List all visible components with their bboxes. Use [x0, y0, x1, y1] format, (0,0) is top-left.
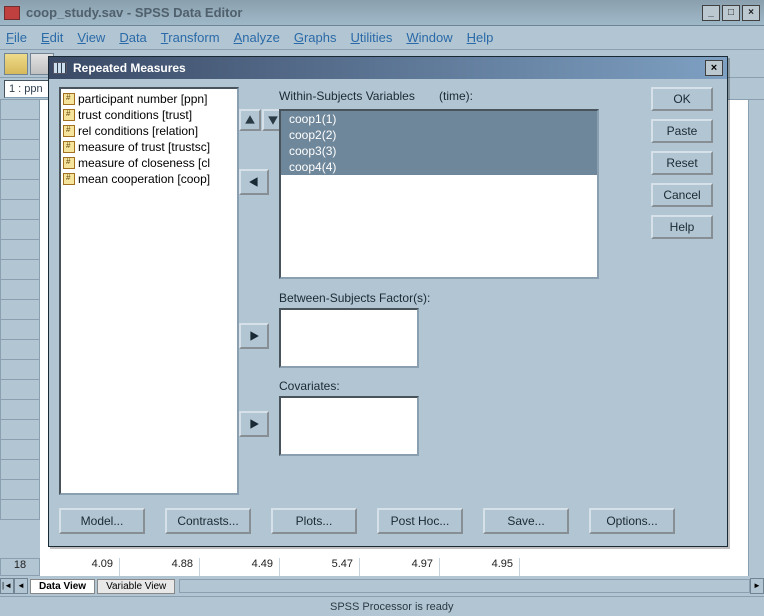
- move-up-button[interactable]: [239, 109, 261, 131]
- grid-cell[interactable]: 4.95: [440, 558, 520, 576]
- variable-icon: [63, 93, 75, 105]
- vertical-scrollbar[interactable]: [748, 100, 764, 576]
- list-item[interactable]: coop1(1): [281, 111, 597, 127]
- spss-app-icon: [4, 6, 20, 20]
- factor-name-label: (time):: [439, 89, 473, 103]
- tab-variable-view[interactable]: Variable View: [97, 579, 175, 594]
- menu-edit[interactable]: Edit: [41, 30, 63, 45]
- spss-main-window: coop_study.sav - SPSS Data Editor _ □ × …: [0, 0, 764, 616]
- reset-button[interactable]: Reset: [651, 151, 713, 175]
- plots-button[interactable]: Plots...: [271, 508, 357, 534]
- remove-within-button[interactable]: [239, 169, 269, 195]
- variable-icon: [63, 109, 75, 121]
- close-button[interactable]: ×: [742, 5, 760, 21]
- posthoc-button[interactable]: Post Hoc...: [377, 508, 463, 534]
- main-titlebar: coop_study.sav - SPSS Data Editor _ □ ×: [0, 0, 764, 26]
- menu-view[interactable]: View: [77, 30, 105, 45]
- list-item: measure of closeness [cl: [63, 155, 235, 171]
- paste-button[interactable]: Paste: [651, 119, 713, 143]
- add-between-button[interactable]: [239, 323, 269, 349]
- contrasts-button[interactable]: Contrasts...: [165, 508, 251, 534]
- variable-icon: [63, 157, 75, 169]
- grid-cell[interactable]: 5.47: [280, 558, 360, 576]
- list-item[interactable]: coop2(2): [281, 127, 597, 143]
- list-item: participant number [ppn]: [63, 91, 235, 107]
- grid-cell[interactable]: 4.09: [40, 558, 120, 576]
- tab-scroll-prev-icon[interactable]: ◄: [14, 578, 28, 594]
- add-covariate-button[interactable]: [239, 411, 269, 437]
- horizontal-scrollbar[interactable]: [179, 579, 750, 593]
- list-item: mean cooperation [coop]: [63, 171, 235, 187]
- variable-icon: [63, 141, 75, 153]
- menu-utilities[interactable]: Utilities: [350, 30, 392, 45]
- menu-window[interactable]: Window: [406, 30, 452, 45]
- tab-data-view[interactable]: Data View: [30, 579, 95, 594]
- main-title: coop_study.sav - SPSS Data Editor: [26, 5, 702, 20]
- toolbar-open-icon[interactable]: [4, 53, 28, 75]
- help-button[interactable]: Help: [651, 215, 713, 239]
- list-item: trust conditions [trust]: [63, 107, 235, 123]
- within-subjects-label: Within-Subjects Variables: [279, 89, 415, 103]
- cancel-button[interactable]: Cancel: [651, 183, 713, 207]
- status-text: SPSS Processor is ready: [0, 601, 764, 613]
- statusbar: SPSS Processor is ready: [0, 596, 764, 616]
- dialog-titlebar: Repeated Measures ×: [49, 57, 727, 79]
- row-headers: [0, 100, 40, 576]
- menu-transform[interactable]: Transform: [161, 30, 220, 45]
- model-button[interactable]: Model...: [59, 508, 145, 534]
- ok-button[interactable]: OK: [651, 87, 713, 111]
- cell-address: 1 : ppn: [4, 80, 50, 98]
- list-item[interactable]: coop3(3): [281, 143, 597, 159]
- tab-scroll-next-icon[interactable]: ►: [750, 578, 764, 594]
- menu-help[interactable]: Help: [467, 30, 494, 45]
- menu-analyze[interactable]: Analyze: [234, 30, 280, 45]
- list-item: measure of trust [trustsc]: [63, 139, 235, 155]
- grid-cell[interactable]: 4.97: [360, 558, 440, 576]
- sheet-tabs: |◄ ◄ Data View Variable View ►: [0, 576, 764, 596]
- grid-cell[interactable]: 4.88: [120, 558, 200, 576]
- minimize-button[interactable]: _: [702, 5, 720, 21]
- variable-icon: [63, 125, 75, 137]
- variable-icon: [63, 173, 75, 185]
- row-number[interactable]: 18: [0, 558, 40, 576]
- menu-file[interactable]: File: [6, 30, 27, 45]
- dialog-title: Repeated Measures: [73, 61, 705, 75]
- repeated-measures-dialog: Repeated Measures × participant number […: [48, 56, 728, 547]
- covariates-label: Covariates:: [279, 379, 340, 393]
- dialog-icon: [53, 62, 67, 74]
- covariates-box[interactable]: [279, 396, 419, 456]
- within-subjects-box[interactable]: coop1(1) coop2(2) coop3(3) coop4(4): [279, 109, 599, 279]
- options-button[interactable]: Options...: [589, 508, 675, 534]
- tab-scroll-first-icon[interactable]: |◄: [0, 578, 14, 594]
- list-item[interactable]: coop4(4): [281, 159, 597, 175]
- save-dialog-button[interactable]: Save...: [483, 508, 569, 534]
- maximize-button[interactable]: □: [722, 5, 740, 21]
- list-item: rel conditions [relation]: [63, 123, 235, 139]
- grid-cell[interactable]: 4.49: [200, 558, 280, 576]
- menu-graphs[interactable]: Graphs: [294, 30, 337, 45]
- menubar: File Edit View Data Transform Analyze Gr…: [0, 26, 764, 50]
- between-factors-label: Between-Subjects Factor(s):: [279, 291, 430, 305]
- dialog-close-button[interactable]: ×: [705, 60, 723, 76]
- variable-list[interactable]: participant number [ppn] trust condition…: [59, 87, 239, 495]
- menu-data[interactable]: Data: [119, 30, 146, 45]
- between-factors-box[interactable]: [279, 308, 419, 368]
